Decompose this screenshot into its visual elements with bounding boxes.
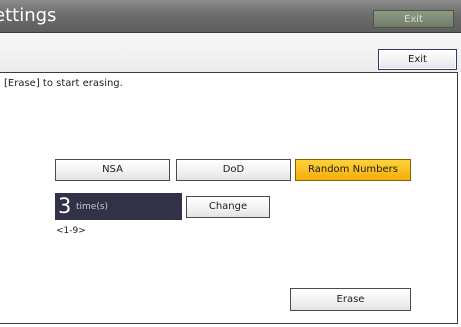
times-display: 3 time(s) — [55, 193, 182, 220]
instruction-text: [Erase] to start erasing. — [4, 78, 123, 89]
erase-button[interactable]: Erase — [290, 288, 411, 311]
title-bar: ettings Exit — [0, 0, 461, 33]
method-nsa-button[interactable]: NSA — [55, 159, 170, 181]
method-dod-button[interactable]: DoD — [176, 159, 291, 181]
times-unit: time(s) — [76, 202, 109, 212]
title-exit-button[interactable]: Exit — [373, 10, 454, 28]
window-title: ettings — [0, 5, 57, 26]
times-value: 3 — [58, 194, 72, 218]
times-range-label: <1-9> — [56, 226, 86, 236]
method-random-numbers-button[interactable]: Random Numbers — [295, 159, 411, 181]
change-button[interactable]: Change — [186, 196, 270, 218]
exit-button[interactable]: Exit — [378, 49, 457, 70]
